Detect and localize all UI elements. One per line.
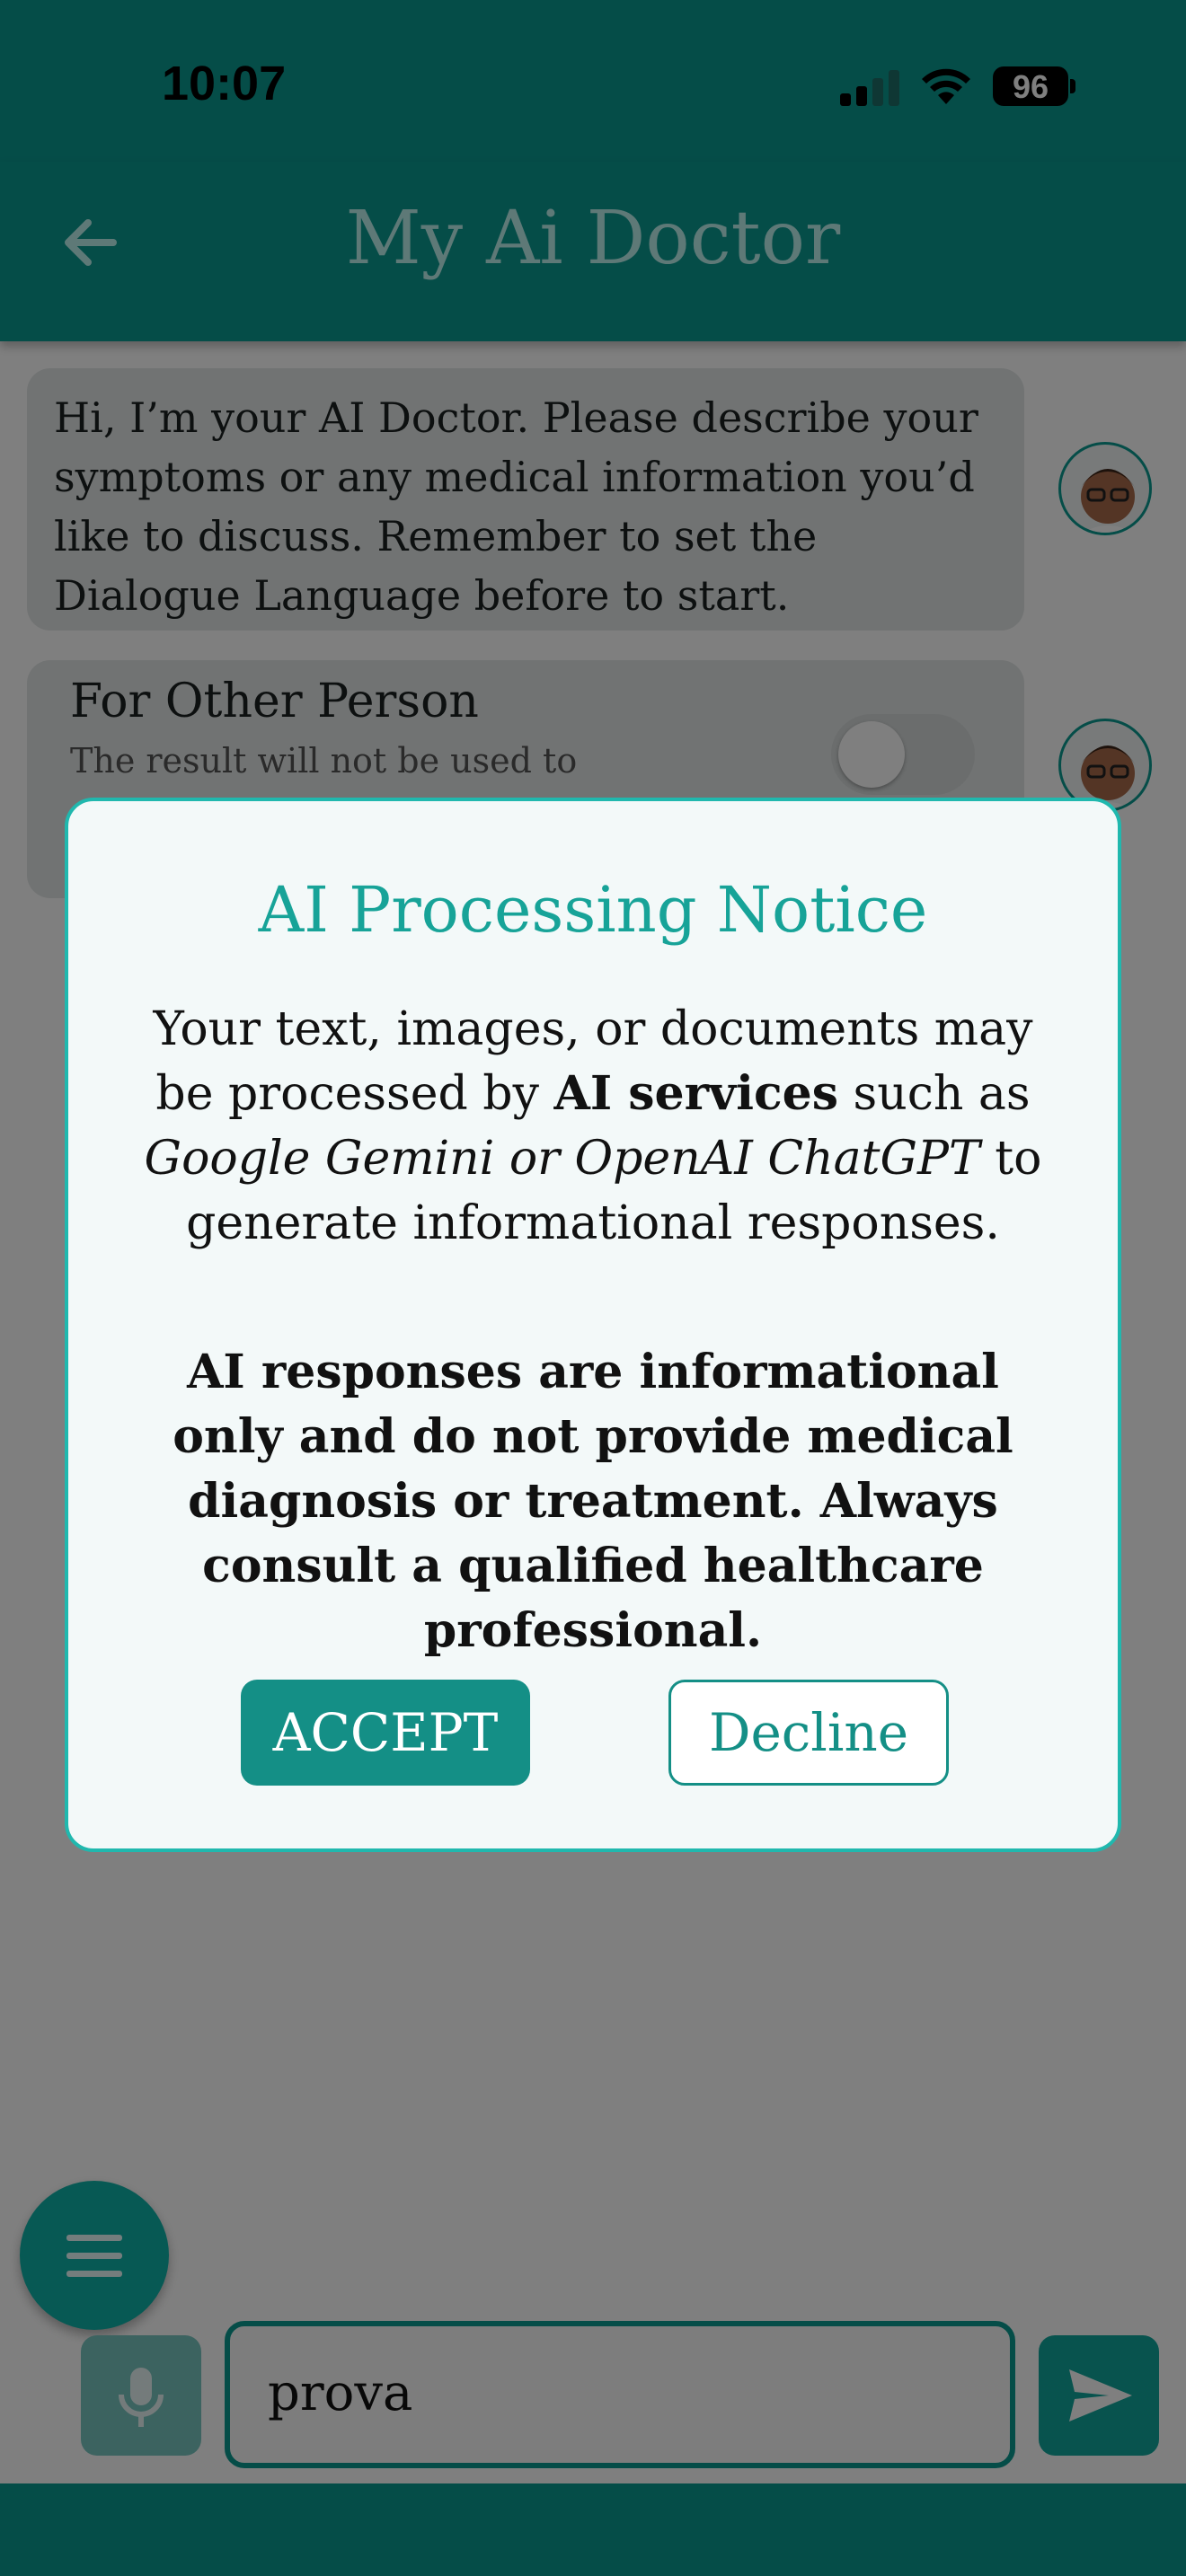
dialog-body-italic: Google Gemini or OpenAI ChatGPT [144, 1132, 980, 1186]
dialog-body-text: such as [838, 1067, 1031, 1121]
decline-button[interactable]: Decline [668, 1680, 949, 1786]
dialog-body: Your text, images, or documents may be p… [140, 997, 1046, 1256]
dialog-body-bold: AI services [553, 1066, 839, 1121]
dialog-title: AI Processing Notice [258, 873, 928, 947]
ai-processing-dialog: AI Processing Notice Your text, images, … [65, 798, 1121, 1852]
dialog-warning: AI responses are informational only and … [173, 1345, 1013, 1658]
accept-button[interactable]: ACCEPT [241, 1680, 530, 1786]
